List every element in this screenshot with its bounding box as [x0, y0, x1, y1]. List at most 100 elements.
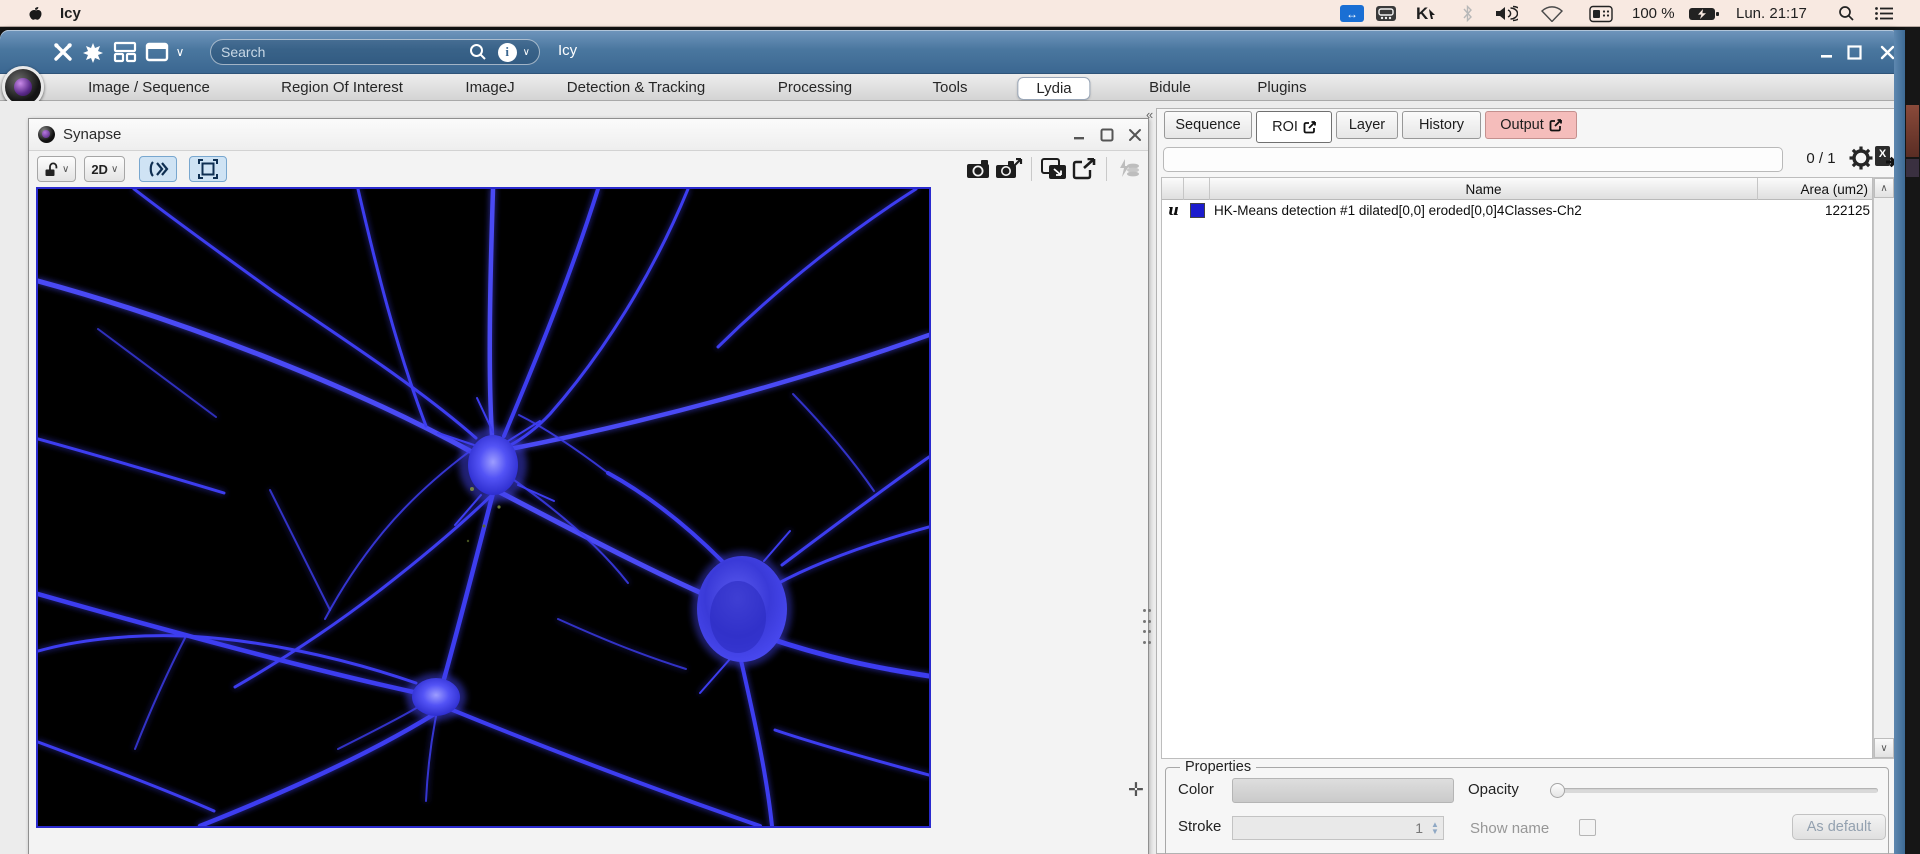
- screen-share-icon[interactable]: [1375, 0, 1397, 27]
- workspace: Synapse ∨ 2D ∨ « ✛ Sequence ROI Layer Hi…: [0, 101, 1894, 854]
- viewer-minimize-button[interactable]: [1069, 126, 1089, 144]
- column-header-area[interactable]: Area (um2): [1758, 178, 1872, 200]
- as-default-button[interactable]: As default: [1792, 814, 1886, 840]
- move-cursor-icon: ✛: [1128, 780, 1144, 801]
- bluetooth-icon[interactable]: [1462, 0, 1473, 27]
- layers-toggle-button[interactable]: [139, 156, 178, 182]
- panel-tab-output[interactable]: Output: [1485, 111, 1577, 139]
- roi-table-row[interactable]: u HK-Means detection #1 dilated[0,0] ero…: [1162, 200, 1872, 222]
- ribbon-tab-bidule[interactable]: Bidule: [1141, 77, 1199, 98]
- search-icon[interactable]: [468, 42, 488, 62]
- icy-titlebar: ∨ i ∨ Icy: [0, 30, 1900, 74]
- synapse-titlebar[interactable]: Synapse: [29, 119, 1148, 151]
- stroke-label: Stroke: [1178, 818, 1222, 835]
- properties-group: Properties Color Opacity Stroke 1 ▲ ▼ Sho…: [1165, 759, 1889, 854]
- info-icon[interactable]: i: [497, 42, 517, 62]
- plugin-puzzle-icon[interactable]: [80, 39, 106, 65]
- viewer-maximize-button[interactable]: [1097, 126, 1117, 144]
- duplicate-view-icon[interactable]: [1039, 155, 1069, 183]
- opacity-slider-thumb[interactable]: [1550, 783, 1565, 798]
- wallpaper-fragment: [1906, 159, 1919, 177]
- panel-tab-history[interactable]: History: [1402, 111, 1481, 139]
- ribbon-tab-processing[interactable]: Processing: [770, 77, 860, 98]
- gear-icon[interactable]: [1849, 146, 1873, 175]
- wifi-icon[interactable]: [1540, 0, 1564, 27]
- panel-tab-roi[interactable]: ROI: [1256, 111, 1332, 143]
- icy-main-window: ∨ i ∨ Icy Image / Sequence Region Of Int…: [0, 30, 1900, 854]
- sequence-canvas[interactable]: [36, 187, 931, 828]
- roi-filter-input[interactable]: [1163, 147, 1783, 172]
- external-window-icon[interactable]: [1069, 155, 1099, 183]
- stroke-input[interactable]: 1: [1232, 816, 1444, 840]
- column-header-name[interactable]: Name: [1210, 178, 1758, 200]
- ribbon-tab-imagej[interactable]: ImageJ: [457, 77, 522, 98]
- panel-tab-sequence[interactable]: Sequence: [1164, 111, 1252, 139]
- layout-icon[interactable]: [112, 39, 138, 65]
- unlock-icon: [45, 162, 58, 176]
- macos-menubar: Icy ↔ K 100 % Lun. 21:17: [0, 0, 1920, 27]
- menubar-app-name[interactable]: Icy: [60, 0, 81, 27]
- selection-count: 0 / 1: [1806, 150, 1836, 167]
- view-mode-label: 2D: [91, 161, 108, 177]
- roi-name: HK-Means detection #1 dilated[0,0] erode…: [1214, 203, 1582, 218]
- roi-table-header: Name Area (um2): [1162, 178, 1872, 200]
- fit-canvas-button[interactable]: [189, 156, 228, 182]
- chevron-down-icon: ∨: [62, 163, 70, 175]
- ribbon-tab-lydia[interactable]: Lydia: [1017, 77, 1091, 100]
- panel-splitter-handle[interactable]: [1143, 609, 1151, 649]
- karabiner-icon[interactable]: K: [1416, 0, 1436, 27]
- ribbon-tab-plugins[interactable]: Plugins: [1249, 77, 1314, 98]
- panel-collapse-icon[interactable]: «: [1146, 107, 1153, 122]
- show-name-checkbox[interactable]: [1579, 819, 1596, 836]
- input-source-icon[interactable]: [1589, 0, 1613, 27]
- neuron-image: [38, 189, 929, 826]
- color-label: Color: [1178, 781, 1214, 798]
- teamviewer-icon[interactable]: ↔: [1340, 0, 1364, 27]
- minimize-button[interactable]: [1815, 42, 1837, 62]
- show-name-label: Show name: [1470, 820, 1550, 837]
- search-input[interactable]: [211, 44, 468, 60]
- roi-table-scrollbar[interactable]: ∧ ∨: [1873, 177, 1894, 759]
- view-mode-select[interactable]: 2D ∨: [84, 156, 126, 182]
- screenshot-export-icon[interactable]: [994, 155, 1024, 183]
- chevron-down-icon[interactable]: ∨: [523, 47, 530, 58]
- stroke-stepper[interactable]: ▲ ▼: [1428, 816, 1442, 840]
- window-mode-icon[interactable]: [144, 39, 170, 65]
- ribbon-tab-image-sequence[interactable]: Image / Sequence: [80, 77, 218, 98]
- viewer-toolbar: ∨ 2D ∨: [29, 151, 1148, 187]
- inspector-panel: Sequence ROI Layer History Output 0 / 1 …: [1156, 108, 1894, 854]
- opacity-slider[interactable]: [1550, 783, 1878, 798]
- viewer-close-button[interactable]: [1125, 126, 1145, 144]
- external-link-icon: [1549, 118, 1562, 131]
- window-title: Icy: [558, 42, 578, 59]
- window-edge: [1894, 30, 1905, 854]
- tools-icon[interactable]: [50, 39, 76, 65]
- synapse-viewer-window: Synapse ∨ 2D ∨: [28, 118, 1149, 854]
- sequence-icon: [38, 126, 55, 143]
- titlebar-search: i ∨: [210, 39, 540, 65]
- screenshot-icon[interactable]: [964, 155, 994, 183]
- battery-percent: 100 %: [1632, 5, 1675, 22]
- roi-color-swatch[interactable]: [1190, 203, 1205, 218]
- maximize-button[interactable]: [1843, 42, 1865, 62]
- volume-icon[interactable]: [1494, 0, 1518, 27]
- apple-menu[interactable]: [26, 0, 43, 27]
- battery-icon[interactable]: [1688, 0, 1720, 27]
- ribbon-tab-region-of-interest[interactable]: Region Of Interest: [273, 77, 411, 98]
- ribbon-tab-tools[interactable]: Tools: [924, 77, 975, 98]
- lock-button[interactable]: ∨: [37, 156, 77, 182]
- menubar-clock[interactable]: Lun. 21:17: [1736, 0, 1807, 27]
- external-link-icon: [1303, 120, 1316, 133]
- export-xls-icon[interactable]: X: [1873, 145, 1894, 176]
- panel-tab-layer[interactable]: Layer: [1336, 111, 1398, 139]
- chevron-down-icon[interactable]: ∨: [172, 39, 188, 65]
- svg-text:X: X: [1879, 148, 1887, 160]
- spotlight-icon[interactable]: [1838, 0, 1855, 27]
- scroll-up-icon[interactable]: ∧: [1874, 178, 1894, 198]
- scroll-down-icon[interactable]: ∨: [1874, 738, 1894, 758]
- ribbon-tab-bar: Image / Sequence Region Of Interest Imag…: [0, 74, 1894, 101]
- color-picker-button[interactable]: [1232, 778, 1454, 803]
- menu-list-icon[interactable]: [1874, 0, 1894, 27]
- properties-legend: Properties: [1180, 759, 1257, 775]
- ribbon-tab-detection-tracking[interactable]: Detection & Tracking: [559, 77, 713, 98]
